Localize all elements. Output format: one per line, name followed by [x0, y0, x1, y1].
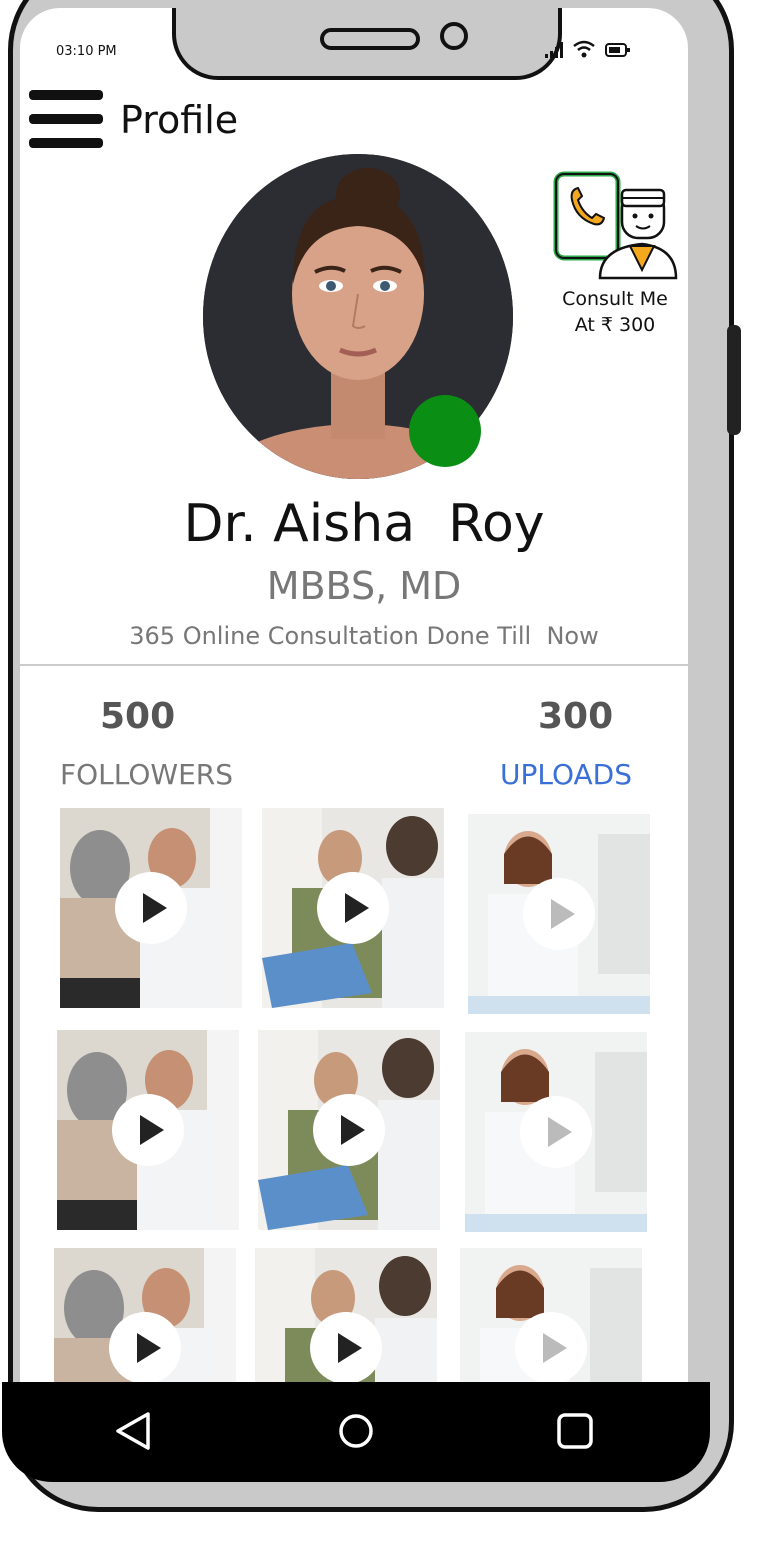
video-thumbnail[interactable] [465, 1032, 647, 1232]
recents-square-icon[interactable] [550, 1406, 600, 1456]
consult-label: Consult Me [562, 288, 668, 310]
video-thumbnail[interactable] [60, 808, 242, 1008]
play-icon[interactable] [310, 1312, 382, 1384]
play-icon[interactable] [317, 872, 389, 944]
consult-button[interactable]: Consult Me At ₹ 300 [550, 170, 680, 338]
play-icon[interactable] [112, 1094, 184, 1166]
signal-icon [545, 42, 563, 58]
uploads-tab[interactable]: UPLOADS [500, 758, 632, 791]
followers-label[interactable]: FOLLOWERS [60, 758, 233, 791]
video-thumbnail[interactable] [258, 1030, 440, 1230]
play-icon[interactable] [313, 1094, 385, 1166]
consultation-count: 365 Online Consultation Done Till Now [129, 622, 599, 650]
hamburger-menu-icon[interactable] [29, 90, 103, 150]
consult-price: At ₹ 300 [574, 314, 656, 336]
back-triangle-icon[interactable] [108, 1406, 158, 1456]
phone-side-button [727, 325, 741, 435]
section-divider [20, 664, 688, 666]
speaker-grille [320, 28, 420, 50]
status-icons [545, 40, 631, 58]
doctor-name: Dr. Aisha Roy [183, 494, 545, 554]
video-thumbnail[interactable] [468, 814, 650, 1014]
battery-icon [605, 43, 630, 57]
front-camera [440, 22, 468, 50]
doctor-degree: MBBS, MD [266, 564, 462, 608]
play-icon[interactable] [520, 1096, 592, 1168]
video-thumbnail[interactable] [57, 1030, 239, 1230]
play-icon[interactable] [115, 872, 187, 944]
followers-count: 500 [100, 696, 176, 737]
play-icon[interactable] [109, 1312, 181, 1384]
screen: 03:10 PM Profile Consult Me At ₹ 300 Dr.… [20, 8, 688, 1468]
page-title: Profile [120, 98, 239, 142]
status-time: 03:10 PM [56, 44, 117, 59]
online-status-indicator [409, 395, 481, 467]
wifi-icon [573, 40, 595, 58]
home-circle-icon[interactable] [331, 1406, 381, 1456]
doctor-phone-call-icon [553, 171, 678, 280]
play-icon[interactable] [523, 878, 595, 950]
uploads-count: 300 [538, 696, 614, 737]
system-nav-bar [0, 1382, 768, 1492]
video-thumbnail[interactable] [262, 808, 444, 1008]
play-icon[interactable] [515, 1312, 587, 1384]
